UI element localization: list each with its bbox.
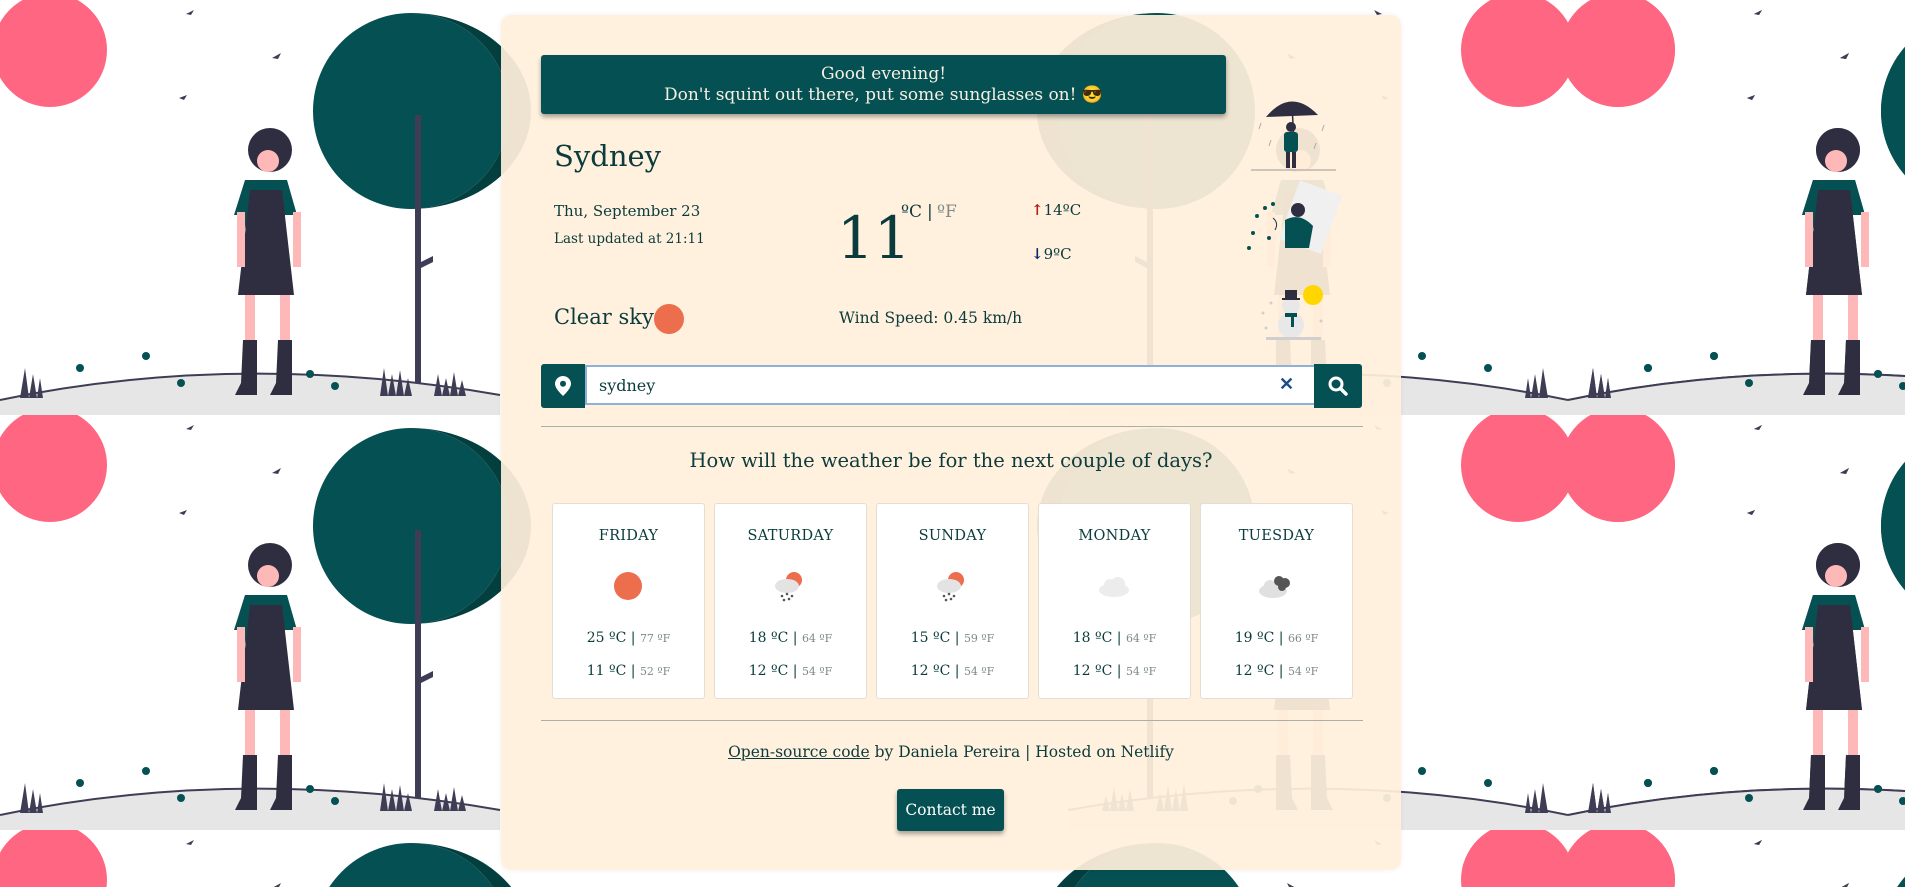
max-c: 15 ºC xyxy=(910,630,951,646)
footer-credits: by Daniela Pereira | Hosted on Netlify xyxy=(869,743,1174,761)
sun-icon xyxy=(614,572,642,600)
unit-separator: | xyxy=(927,202,933,222)
contact-me-button[interactable]: Contact me xyxy=(897,789,1004,831)
last-updated-time: 21:11 xyxy=(665,231,705,247)
forecast-heading: How will the weather be for the next cou… xyxy=(689,449,1213,472)
day-max-temp: 18 ºC | 64 ºF xyxy=(1072,630,1157,646)
min-c: 12 ºC xyxy=(1072,663,1113,679)
rain-sun-icon xyxy=(937,572,964,602)
max-c: 19 ºC xyxy=(1234,630,1275,646)
celsius-link[interactable]: ºC xyxy=(901,202,922,222)
dark-clouds-icon xyxy=(1259,576,1290,598)
search-bar: ✕ xyxy=(541,364,1362,408)
min-c: 12 ºC xyxy=(748,663,789,679)
umbrella-illustration xyxy=(1251,101,1336,171)
snowman-illustration xyxy=(1261,285,1323,340)
day-max-temp: 18 ºC | 64 ºF xyxy=(748,630,833,646)
min-temperature: ↓9ºC xyxy=(1031,245,1072,263)
day-name: MONDAY xyxy=(1078,528,1151,544)
weather-card: Good evening! Don't squint out there, pu… xyxy=(501,15,1401,870)
day-min-temp: 12 ºC | 54 ºF xyxy=(910,663,995,679)
min-f: 52 ºF xyxy=(639,665,671,678)
day-min-temp: 12 ºC | 54 ºF xyxy=(1234,663,1319,679)
footer: Open-source code by Daniela Pereira | Ho… xyxy=(501,743,1401,761)
clear-search-icon[interactable]: ✕ xyxy=(1279,374,1294,395)
source-code-link[interactable]: Open-source code xyxy=(728,743,870,761)
current-date: Thu, September 23 xyxy=(554,202,701,220)
max-f: 77 ºF xyxy=(639,632,671,645)
day-name: SATURDAY xyxy=(747,528,834,544)
day-max-temp: 25 ºC | 77 ºF xyxy=(586,630,671,646)
divider xyxy=(541,720,1363,721)
search-button[interactable] xyxy=(1314,364,1362,408)
day-min-temp: 12 ºC | 54 ºF xyxy=(748,663,833,679)
min-temperature-value: 9ºC xyxy=(1043,245,1072,263)
greeting-advice: Don't squint out there, put some sunglas… xyxy=(663,84,1104,105)
max-f: 64 ºF xyxy=(801,632,833,645)
max-f: 66 ºF xyxy=(1287,632,1319,645)
last-updated: Last updated at 21:11 xyxy=(554,231,705,247)
day-min-temp: 12 ºC | 54 ºF xyxy=(1072,663,1157,679)
autumn-illustration xyxy=(1247,180,1343,254)
day-name: TUESDAY xyxy=(1238,528,1315,544)
city-search-input[interactable] xyxy=(585,365,1318,405)
max-c: 18 ºC xyxy=(748,630,789,646)
day-max-temp: 19 ºC | 66 ºF xyxy=(1234,630,1319,646)
min-c: 12 ºC xyxy=(910,663,951,679)
min-f: 54 ºF xyxy=(801,665,833,678)
max-c: 18 ºC xyxy=(1072,630,1113,646)
max-f: 64 ºF xyxy=(1125,632,1157,645)
min-f: 54 ºF xyxy=(963,665,995,678)
arrow-up-icon: ↑ xyxy=(1031,201,1044,219)
weather-condition: Clear sky xyxy=(554,305,654,329)
forecast-day-card: TUESDAY 19 ºC | 66 ºF 12 ºC | 54 ºF xyxy=(1200,503,1353,699)
min-f: 54 ºF xyxy=(1125,665,1157,678)
rain-sun-icon xyxy=(775,572,802,602)
sun-icon xyxy=(654,304,684,334)
min-c: 12 ºC xyxy=(1234,663,1275,679)
forecast-day-card: SATURDAY 18 ºC | 64 ºF 12 ºC | 54 ºF xyxy=(714,503,867,699)
location-pin-icon xyxy=(555,376,571,396)
max-temperature-value: 14ºC xyxy=(1043,201,1082,219)
cloud-icon xyxy=(1099,577,1129,597)
current-location-button[interactable] xyxy=(541,364,585,408)
current-temperature: 11 xyxy=(837,204,911,272)
search-icon xyxy=(1328,376,1348,396)
max-f: 59 ºF xyxy=(963,632,995,645)
min-f: 54 ºF xyxy=(1287,665,1319,678)
day-max-temp: 15 ºC | 59 ºF xyxy=(910,630,995,646)
forecast-day-card: FRIDAY 25 ºC | 77 ºF 11 ºC | 52 ºF xyxy=(552,503,705,699)
divider xyxy=(541,426,1363,427)
min-c: 11 ºC xyxy=(586,663,627,679)
greeting-banner: Good evening! Don't squint out there, pu… xyxy=(541,55,1226,114)
max-c: 25 ºC xyxy=(586,630,627,646)
day-min-temp: 11 ºC | 52 ºF xyxy=(586,663,671,679)
city-name: Sydney xyxy=(554,139,662,173)
day-name: FRIDAY xyxy=(598,528,659,544)
arrow-down-icon: ↓ xyxy=(1031,245,1044,263)
forecast-day-card: SUNDAY 15 ºC | 59 ºF 12 ºC | 54 ºF xyxy=(876,503,1029,699)
forecast-day-card: MONDAY 18 ºC | 64 ºF 12 ºC | 54 ºF xyxy=(1038,503,1191,699)
day-name: SUNDAY xyxy=(918,528,987,544)
last-updated-label: Last updated at xyxy=(554,231,666,247)
greeting-line: Good evening! xyxy=(820,63,947,84)
fahrenheit-link[interactable]: ºF xyxy=(937,202,957,222)
wind-speed: Wind Speed: 0.45 km/h xyxy=(839,309,1023,327)
max-temperature: ↑14ºC xyxy=(1031,201,1081,219)
